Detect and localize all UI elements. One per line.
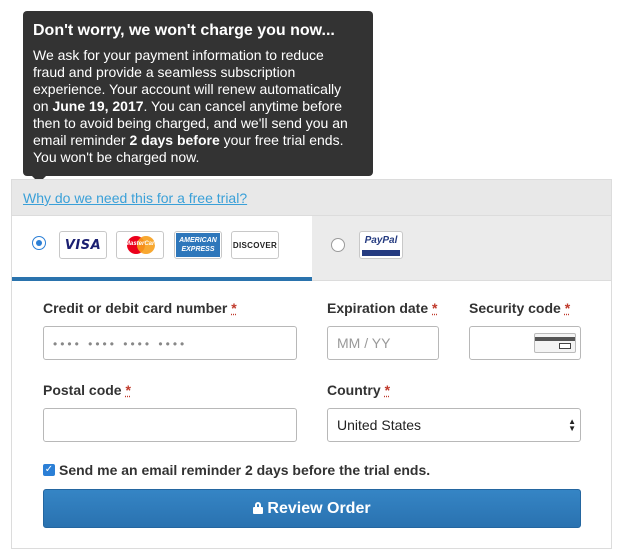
tab-credit-card[interactable]: VISA MasterCard AMERICAN EXPRESS DISCOVE… xyxy=(12,216,312,281)
label-text: Postal code xyxy=(43,382,122,398)
tooltip-line: then to avoid being charged, and we'll s… xyxy=(33,115,348,131)
tooltip-line: on June 19, 2017. You can cancel anytime… xyxy=(33,98,363,115)
tooltip-line: fraud and provide a seamless subscriptio… xyxy=(33,64,296,80)
tooltip-line: You won't be charged now. xyxy=(33,149,200,165)
lock-icon xyxy=(253,502,264,514)
tooltip-line: We ask for your payment information to r… xyxy=(33,47,324,63)
tooltip-text: on xyxy=(33,98,53,114)
free-trial-tooltip: Don't worry, we won't charge you now... … xyxy=(23,11,373,183)
payment-method-tabs: VISA MasterCard AMERICAN EXPRESS DISCOVE… xyxy=(12,216,611,281)
card-number-placeholder: •••• •••• •••• •••• xyxy=(53,337,188,351)
mastercard-icon: MasterCard xyxy=(125,236,159,254)
select-arrows-icon: ▲ ▼ xyxy=(568,417,576,433)
cvv-card-icon xyxy=(534,333,576,353)
security-code-input[interactable] xyxy=(469,326,581,360)
expiration-placeholder: MM / YY xyxy=(337,335,391,351)
why-free-trial-link[interactable]: Why do we need this for a free trial? xyxy=(23,190,247,206)
amex-logo: AMERICAN EXPRESS xyxy=(174,231,222,259)
tooltip-text: your free trial ends. xyxy=(219,132,344,148)
required-mark: * xyxy=(432,300,438,316)
tooltip-title: Don't worry, we won't charge you now... xyxy=(33,22,335,39)
amex-icon: AMERICAN EXPRESS xyxy=(176,233,220,257)
expiration-input[interactable]: MM / YY xyxy=(327,326,439,360)
security-code-label: Security code * xyxy=(469,300,570,316)
amex-text: AMERICAN xyxy=(179,237,217,244)
label-text: Country xyxy=(327,382,381,398)
visa-logo: VISA xyxy=(59,231,107,259)
tooltip-text: . You can cancel anytime before xyxy=(143,98,342,114)
required-mark: * xyxy=(125,382,131,398)
discover-logo: DISCOVER xyxy=(231,231,279,259)
reminder-checkbox[interactable]: ✓ xyxy=(43,464,55,476)
review-order-label: Review Order xyxy=(267,500,371,517)
tab-paypal[interactable]: PayPal xyxy=(312,216,612,276)
label-text: Expiration date xyxy=(327,300,429,316)
label-text: Credit or debit card number xyxy=(43,300,228,316)
mastercard-logo: MasterCard xyxy=(116,231,164,259)
why-bar: Why do we need this for a free trial? xyxy=(12,180,611,216)
paypal-radio[interactable] xyxy=(331,238,345,252)
renewal-date: June 19, 2017 xyxy=(52,98,144,114)
visa-text: VISA xyxy=(64,237,102,253)
amex-text: EXPRESS xyxy=(181,246,215,253)
tooltip-body: We ask for your payment information to r… xyxy=(33,47,363,166)
country-select[interactable]: United States ▲ ▼ xyxy=(327,408,581,442)
paypal-text: PayPal xyxy=(364,235,398,246)
postal-code-label: Postal code * xyxy=(43,382,131,398)
required-mark: * xyxy=(231,300,237,316)
card-number-input[interactable]: •••• •••• •••• •••• xyxy=(43,326,297,360)
label-text: Security code xyxy=(469,300,561,316)
tooltip-line: experience. Your account will renew auto… xyxy=(33,81,342,97)
required-mark: * xyxy=(384,382,391,398)
postal-code-input[interactable] xyxy=(43,408,297,442)
paypal-logo: PayPal xyxy=(359,231,403,259)
card-radio[interactable] xyxy=(32,236,46,250)
expiration-label: Expiration date * xyxy=(327,300,437,316)
reminder-days: 2 days before xyxy=(129,132,220,148)
mastercard-text: MasterCard xyxy=(125,241,159,247)
reminder-checkbox-label[interactable]: Send me an email reminder 2 days before … xyxy=(59,462,430,478)
country-value: United States xyxy=(337,417,422,433)
tooltip-text: email reminder xyxy=(33,132,130,148)
discover-text: DISCOVER xyxy=(232,240,278,250)
review-order-button[interactable]: Review Order xyxy=(43,489,581,528)
required-mark: * xyxy=(564,300,571,316)
country-label: Country * xyxy=(327,382,390,398)
card-number-label: Credit or debit card number * xyxy=(43,300,237,316)
tooltip-line: email reminder 2 days before your free t… xyxy=(33,132,363,149)
